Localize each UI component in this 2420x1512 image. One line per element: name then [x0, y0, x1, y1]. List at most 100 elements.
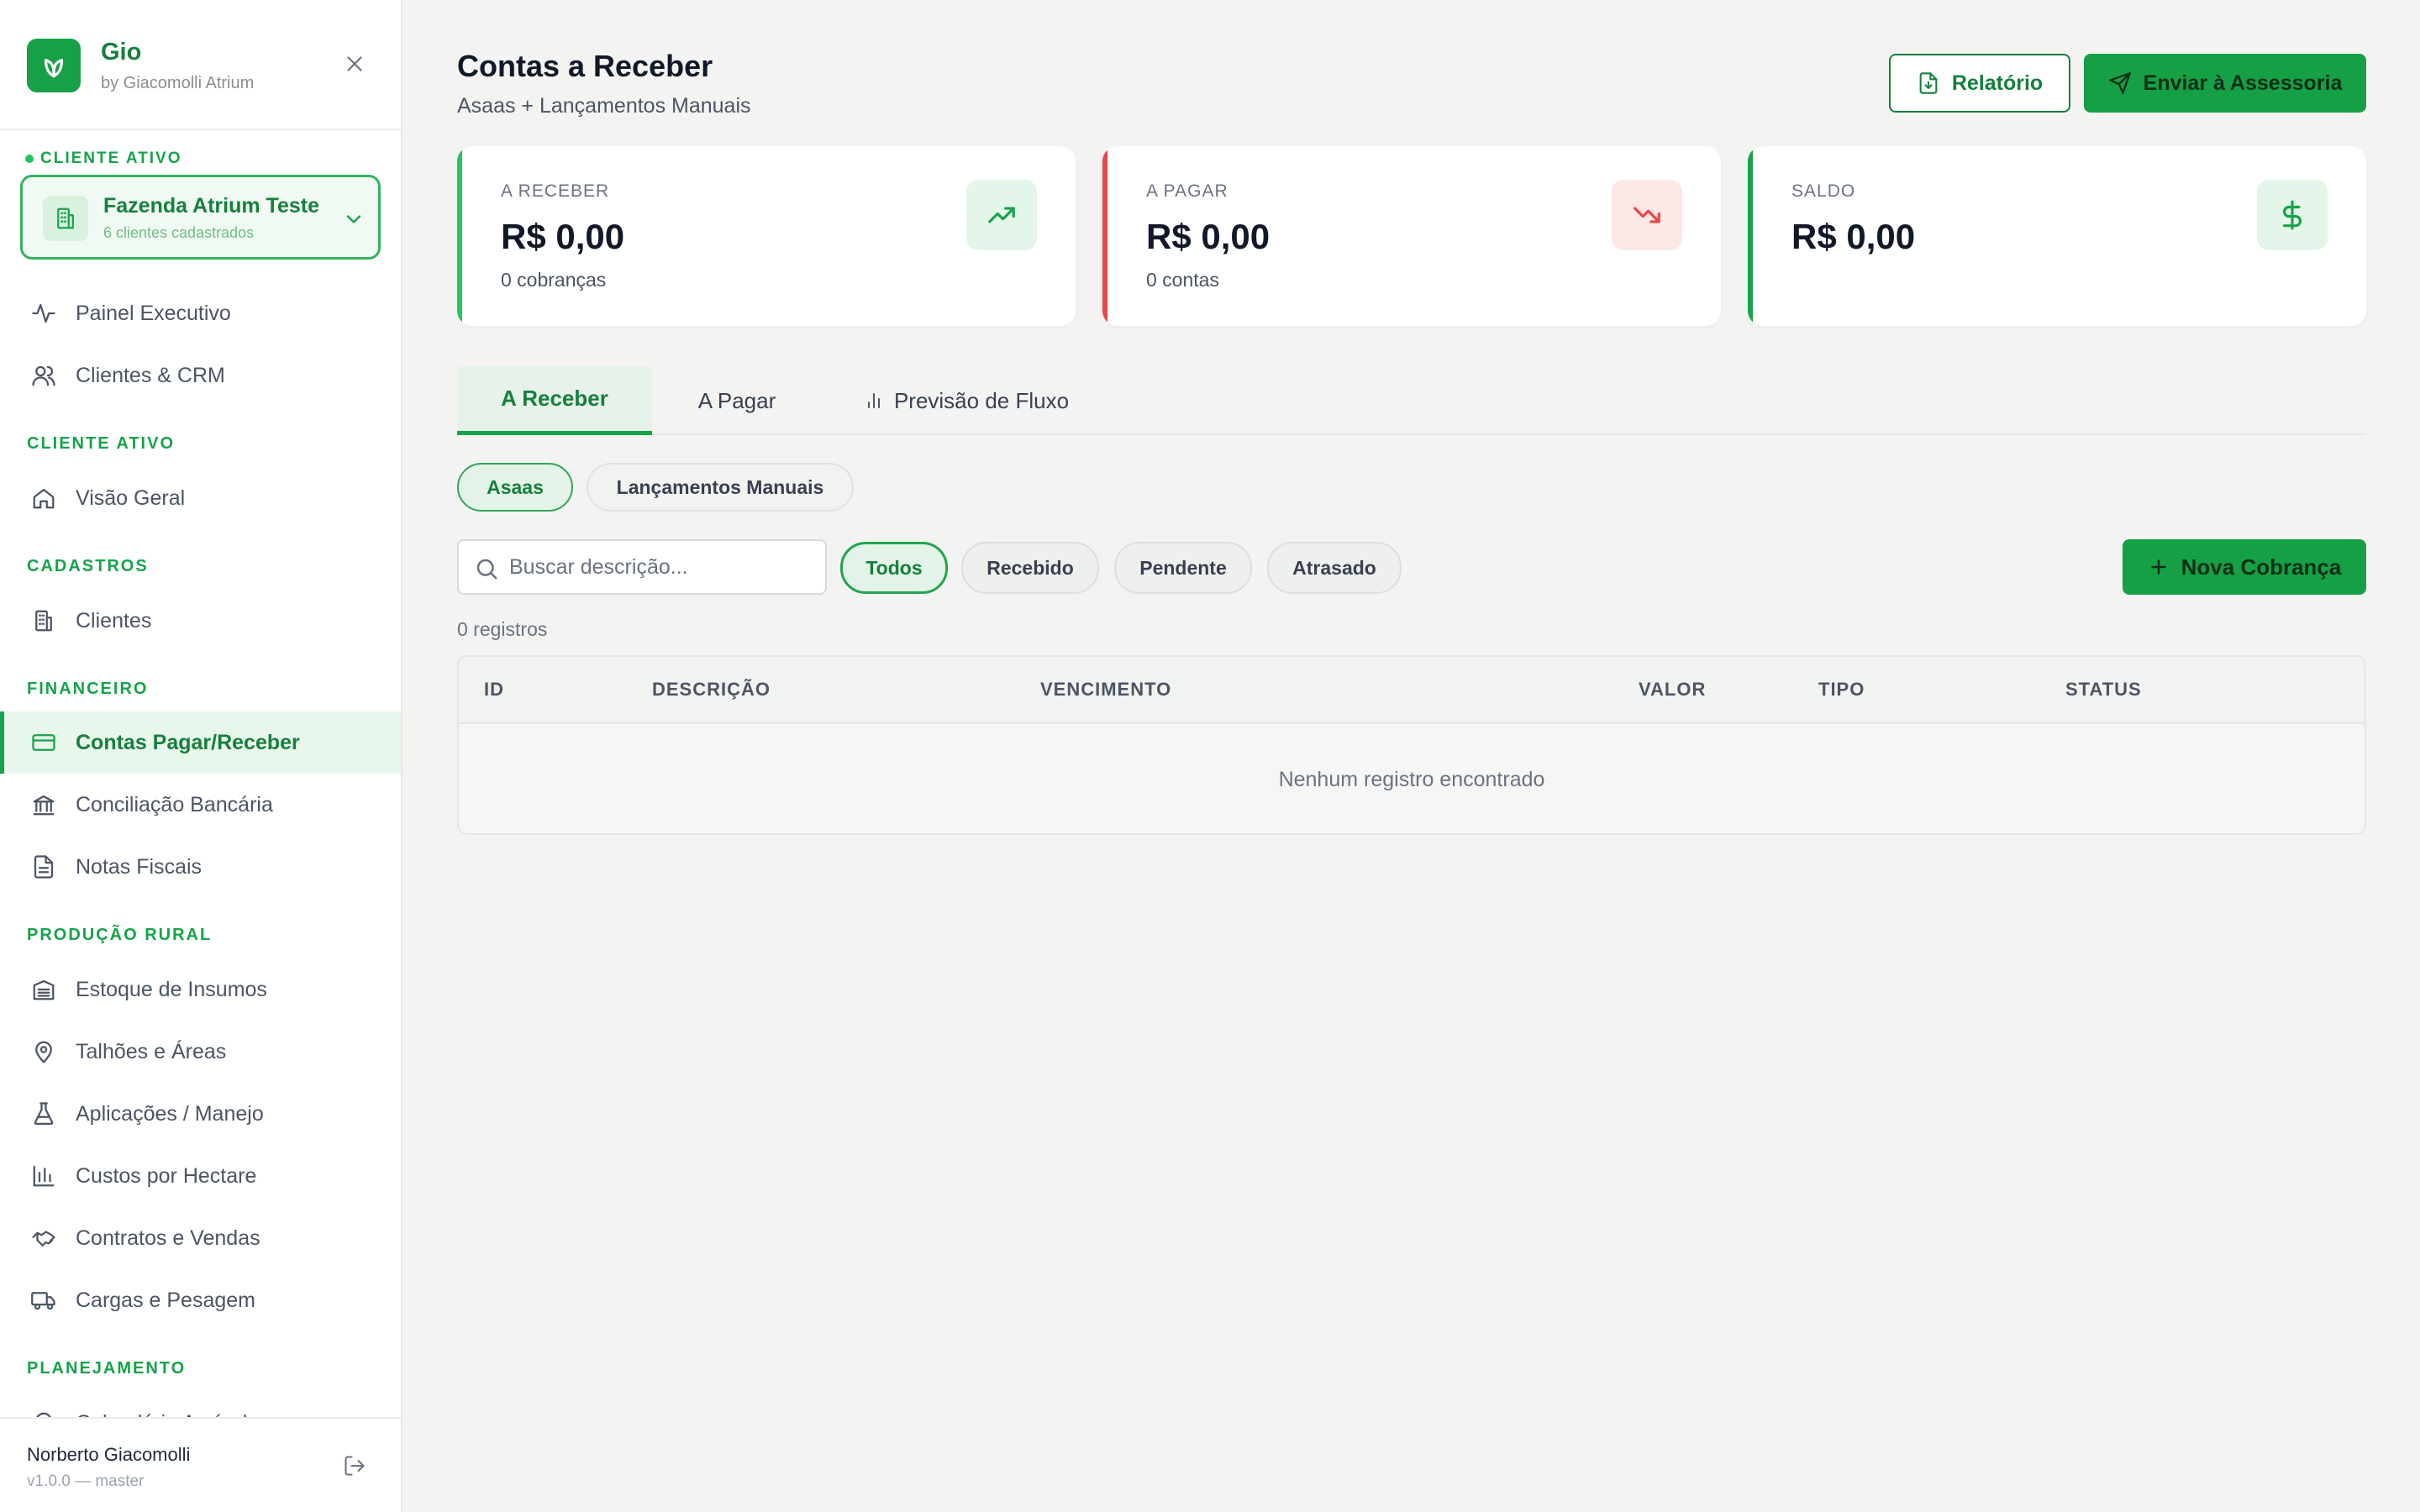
search-field[interactable] — [457, 539, 827, 595]
bar-chart-icon — [867, 393, 880, 408]
plus-icon — [2150, 559, 2166, 575]
sidebar-item-clientes-crm[interactable]: Clientes & CRM — [0, 344, 401, 407]
logout-button[interactable] — [339, 1451, 370, 1481]
sidebar-item-label: Aplicações / Manejo — [76, 1101, 264, 1126]
kpi-card-saldo: SALDO R$ 0,00 — [1748, 146, 2366, 326]
bank-icon — [30, 791, 57, 818]
search-icon — [476, 559, 497, 580]
filter-atrasado[interactable]: Atrasado — [1267, 542, 1402, 594]
flask-icon — [30, 1100, 57, 1127]
sidebar-item-estoque-insumos[interactable]: Estoque de Insumos — [0, 958, 401, 1021]
segment-lancamentos-manuais[interactable]: Lançamentos Manuais — [587, 463, 854, 512]
file-download-icon — [1919, 72, 1938, 94]
kpi-card-a-receber: A RECEBER R$ 0,00 0 cobranças — [457, 146, 1076, 326]
kpi-sub: 0 contas — [1146, 269, 1219, 291]
filter-pendente[interactable]: Pendente — [1114, 542, 1252, 594]
client-name: Fazenda Atrium Teste — [103, 194, 319, 218]
building-icon — [43, 196, 88, 241]
table-header: ID DESCRIÇÃO VENCIMENTO VALOR TIPO STATU… — [459, 657, 2365, 724]
sidebar-item-label: Cargas e Pesagem — [76, 1288, 256, 1312]
chevron-down-icon — [342, 207, 366, 231]
sidebar-item-painel-executivo[interactable]: Painel Executivo — [0, 282, 401, 344]
sidebar-item-label: Notas Fiscais — [76, 854, 203, 879]
kpi-value: R$ 0,00 — [1146, 217, 1270, 256]
sidebar-item-contas-pagar-receber[interactable]: Contas Pagar/Receber — [0, 711, 401, 774]
segment-label: Lançamentos Manuais — [616, 475, 824, 498]
map-pin-icon — [30, 1038, 57, 1065]
sidebar-item-cargas-pesagem[interactable]: Cargas e Pesagem — [0, 1269, 401, 1331]
sidebar-item-label: Painel Executivo — [76, 301, 231, 325]
sidebar-item-conciliacao-bancaria[interactable]: Conciliação Bancária — [0, 774, 401, 836]
column-header-descricao[interactable]: DESCRIÇÃO — [652, 679, 771, 701]
filter-label: Pendente — [1139, 556, 1227, 579]
app-version: v1.0.0 — master — [27, 1473, 145, 1490]
sidebar-item-label: Conciliação Bancária — [76, 792, 273, 816]
column-header-vencimento[interactable]: VENCIMENTO — [1040, 679, 1171, 701]
section-label-financeiro: FINANCEIRO — [27, 680, 149, 698]
tab-a-pagar[interactable]: A Pagar — [652, 366, 822, 435]
tab-previsao-fluxo[interactable]: Previsão de Fluxo — [840, 366, 1092, 435]
trending-down-icon — [1612, 180, 1682, 250]
segment-label: Asaas — [487, 475, 544, 498]
sidebar: Gio by Giacomolli Atrium CLIENTE ATIVO F… — [0, 0, 402, 1512]
brand-subtitle: by Giacomolli Atrium — [101, 74, 255, 92]
users-icon — [30, 362, 57, 389]
search-input[interactable] — [509, 541, 820, 593]
filter-recebido[interactable]: Recebido — [961, 542, 1099, 594]
sidebar-item-visao-geral[interactable]: Visão Geral — [0, 467, 401, 529]
section-label-producao-rural: PRODUÇÃO RURAL — [27, 926, 213, 944]
new-charge-button[interactable]: Nova Cobrança — [2123, 539, 2366, 595]
section-label-planejamento: PLANEJAMENTO — [27, 1359, 187, 1378]
sidebar-item-contratos-vendas[interactable]: Contratos e Vendas — [0, 1207, 401, 1269]
column-header-id[interactable]: ID — [484, 679, 504, 701]
sidebar-item-label: Clientes — [76, 608, 152, 633]
kpi-value: R$ 0,00 — [501, 217, 625, 256]
credit-card-icon — [30, 729, 57, 756]
handshake-icon — [30, 1225, 57, 1252]
tabs: A Receber A Pagar Previsão de Fluxo — [457, 366, 2366, 435]
building-icon — [30, 607, 57, 634]
empty-state-message: Nenhum registro encontrado — [1278, 767, 1545, 791]
column-header-valor[interactable]: VALOR — [1639, 679, 1706, 701]
sidebar-item-label: Custos por Hectare — [76, 1163, 257, 1188]
filter-label: Todos — [865, 556, 923, 579]
close-icon — [347, 56, 362, 71]
close-sidebar-button[interactable] — [338, 47, 371, 81]
filter-todos[interactable]: Todos — [840, 542, 948, 594]
section-label-cadastros: CADASTROS — [27, 557, 149, 575]
kpi-card-a-pagar: A PAGAR R$ 0,00 0 contas — [1102, 146, 1721, 326]
tab-a-receber[interactable]: A Receber — [457, 366, 652, 435]
kpi-label: A RECEBER — [501, 181, 610, 201]
active-client-label: CLIENTE ATIVO — [25, 150, 182, 168]
column-header-status[interactable]: STATUS — [2065, 679, 2142, 701]
kpi-sub: 0 cobranças — [501, 269, 607, 291]
sidebar-item-custos-hectare[interactable]: Custos por Hectare — [0, 1145, 401, 1207]
warehouse-icon — [30, 976, 57, 1003]
sidebar-item-talhoes-areas[interactable]: Talhões e Áreas — [0, 1021, 401, 1083]
kpi-label: SALDO — [1791, 181, 1856, 201]
trending-up-icon — [966, 180, 1037, 250]
sidebar-item-label: Contas Pagar/Receber — [76, 730, 300, 754]
client-selector[interactable]: Fazenda Atrium Teste 6 clientes cadastra… — [20, 175, 381, 260]
sidebar-item-aplicacoes-manejo[interactable]: Aplicações / Manejo — [0, 1083, 401, 1145]
sidebar-footer: Norberto Giacomolli v1.0.0 — master — [0, 1417, 401, 1512]
sidebar-item-clientes[interactable]: Clientes — [0, 590, 401, 652]
column-header-tipo[interactable]: TIPO — [1818, 679, 1865, 701]
page-subtitle: Asaas + Lançamentos Manuais — [457, 94, 751, 118]
tab-label: A Receber — [501, 386, 608, 411]
leaf-logo-icon — [27, 39, 81, 92]
active-client-label-text: CLIENTE ATIVO — [40, 150, 182, 167]
brand-header: Gio by Giacomolli Atrium — [0, 0, 401, 130]
send-to-advisory-button[interactable]: Enviar à Assessoria — [2084, 54, 2366, 113]
kpi-label: A PAGAR — [1146, 181, 1228, 201]
sidebar-item-label: Visão Geral — [76, 486, 186, 510]
sidebar-item-notas-fiscais[interactable]: Notas Fiscais — [0, 836, 401, 898]
filter-label: Recebido — [986, 556, 1074, 579]
kpi-value: R$ 0,00 — [1791, 217, 1916, 256]
bar-chart-icon — [30, 1163, 57, 1189]
new-charge-label: Nova Cobrança — [2181, 554, 2342, 580]
report-button[interactable]: Relatório — [1889, 54, 2070, 113]
user-name: Norberto Giacomolli — [27, 1444, 191, 1465]
sidebar-item-label: Estoque de Insumos — [76, 977, 267, 1001]
segment-asaas[interactable]: Asaas — [457, 463, 573, 512]
